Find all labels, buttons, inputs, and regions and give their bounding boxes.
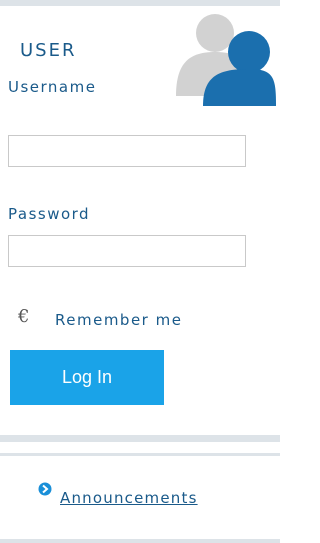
announcements-item[interactable]: Announcements [38,482,268,510]
password-input[interactable] [8,235,246,267]
user-section-title: USER [20,40,77,61]
bottom-divider [0,539,280,543]
password-label: Password [8,205,91,223]
login-button[interactable]: Log In [10,350,164,405]
remember-me-icon[interactable]: € [18,307,38,327]
username-input[interactable] [8,135,246,167]
section-divider-secondary [0,453,280,456]
announcements-link[interactable]: Announcements [60,489,198,507]
user-avatar-icon [176,14,276,106]
username-label: Username [8,78,97,96]
arrow-circle-icon [38,482,52,496]
section-divider [0,435,280,442]
remember-me-label[interactable]: Remember me [55,311,182,329]
